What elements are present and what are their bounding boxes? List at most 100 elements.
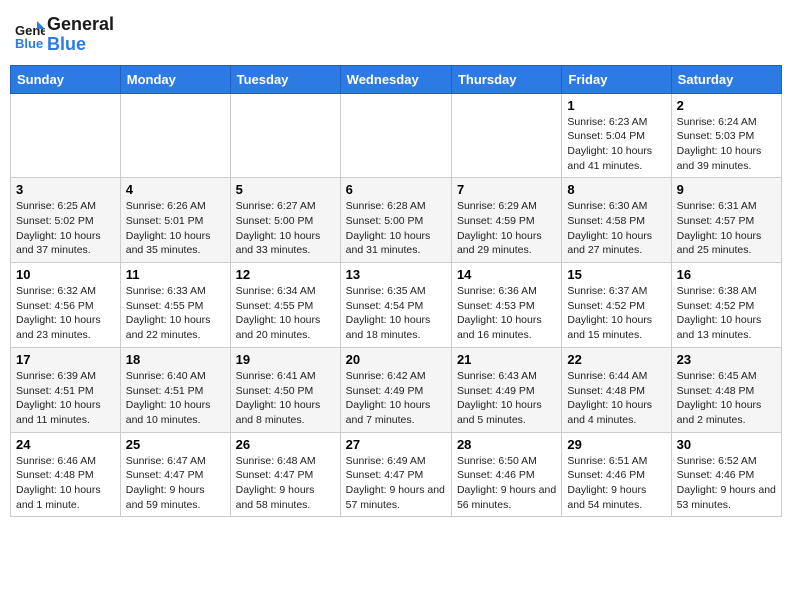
day-info: Sunrise: 6:23 AM Sunset: 5:04 PM Dayligh… xyxy=(567,115,665,174)
header-friday: Friday xyxy=(562,65,671,93)
calendar-week-row: 17 Sunrise: 6:39 AM Sunset: 4:51 PM Dayli… xyxy=(11,347,782,432)
day-number: 29 xyxy=(567,437,665,452)
day-info: Sunrise: 6:48 AM Sunset: 4:47 PM Dayligh… xyxy=(236,454,335,513)
header-thursday: Thursday xyxy=(451,65,561,93)
calendar-cell: 17 Sunrise: 6:39 AM Sunset: 4:51 PM Dayli… xyxy=(11,347,121,432)
day-number: 11 xyxy=(126,267,225,282)
day-number: 26 xyxy=(236,437,335,452)
calendar-cell: 2 Sunrise: 6:24 AM Sunset: 5:03 PM Daylig… xyxy=(671,93,781,178)
day-number: 23 xyxy=(677,352,776,367)
day-info: Sunrise: 6:29 AM Sunset: 4:59 PM Dayligh… xyxy=(457,199,556,258)
day-number: 28 xyxy=(457,437,556,452)
calendar-cell: 29 Sunrise: 6:51 AM Sunset: 4:46 PM Dayli… xyxy=(562,432,671,517)
day-number: 30 xyxy=(677,437,776,452)
day-info: Sunrise: 6:42 AM Sunset: 4:49 PM Dayligh… xyxy=(346,369,446,428)
svg-text:Blue: Blue xyxy=(15,36,43,49)
calendar-cell: 20Sunrise: 6:42 AM Sunset: 4:49 PM Dayli… xyxy=(340,347,451,432)
day-info: Sunrise: 6:37 AM Sunset: 4:52 PM Dayligh… xyxy=(567,284,665,343)
calendar-cell: 22 Sunrise: 6:44 AM Sunset: 4:48 PM Dayli… xyxy=(562,347,671,432)
day-info: Sunrise: 6:43 AM Sunset: 4:49 PM Dayligh… xyxy=(457,369,556,428)
logo-general: General xyxy=(47,15,114,35)
day-info: Sunrise: 6:39 AM Sunset: 4:51 PM Dayligh… xyxy=(16,369,115,428)
day-number: 5 xyxy=(236,182,335,197)
calendar-cell: 6 Sunrise: 6:28 AM Sunset: 5:00 PM Daylig… xyxy=(340,178,451,263)
day-number: 7 xyxy=(457,182,556,197)
calendar-cell: 24 Sunrise: 6:46 AM Sunset: 4:48 PM Dayli… xyxy=(11,432,121,517)
calendar-week-row: 3Sunrise: 6:25 AM Sunset: 5:02 PM Daylig… xyxy=(11,178,782,263)
day-info: Sunrise: 6:38 AM Sunset: 4:52 PM Dayligh… xyxy=(677,284,776,343)
calendar-cell: 3Sunrise: 6:25 AM Sunset: 5:02 PM Daylig… xyxy=(11,178,121,263)
calendar-cell: 12 Sunrise: 6:34 AM Sunset: 4:55 PM Dayli… xyxy=(230,263,340,348)
calendar-cell: 14 Sunrise: 6:36 AM Sunset: 4:53 PM Dayli… xyxy=(451,263,561,348)
calendar-cell: 26 Sunrise: 6:48 AM Sunset: 4:47 PM Dayli… xyxy=(230,432,340,517)
logo: General Blue General Blue xyxy=(15,15,114,55)
calendar-cell: 28 Sunrise: 6:50 AM Sunset: 4:46 PM Dayli… xyxy=(451,432,561,517)
day-info: Sunrise: 6:46 AM Sunset: 4:48 PM Dayligh… xyxy=(16,454,115,513)
calendar-cell: 10 Sunrise: 6:32 AM Sunset: 4:56 PM Dayli… xyxy=(11,263,121,348)
day-info: Sunrise: 6:36 AM Sunset: 4:53 PM Dayligh… xyxy=(457,284,556,343)
day-info: Sunrise: 6:24 AM Sunset: 5:03 PM Dayligh… xyxy=(677,115,776,174)
header-sunday: Sunday xyxy=(11,65,121,93)
calendar-cell: 16 Sunrise: 6:38 AM Sunset: 4:52 PM Dayli… xyxy=(671,263,781,348)
calendar-cell: 5Sunrise: 6:27 AM Sunset: 5:00 PM Daylig… xyxy=(230,178,340,263)
day-number: 27 xyxy=(346,437,446,452)
day-info: Sunrise: 6:31 AM Sunset: 4:57 PM Dayligh… xyxy=(677,199,776,258)
day-info: Sunrise: 6:50 AM Sunset: 4:46 PM Dayligh… xyxy=(457,454,556,513)
day-info: Sunrise: 6:28 AM Sunset: 5:00 PM Dayligh… xyxy=(346,199,446,258)
day-number: 8 xyxy=(567,182,665,197)
day-number: 24 xyxy=(16,437,115,452)
day-number: 12 xyxy=(236,267,335,282)
day-number: 9 xyxy=(677,182,776,197)
day-info: Sunrise: 6:26 AM Sunset: 5:01 PM Dayligh… xyxy=(126,199,225,258)
calendar-cell xyxy=(230,93,340,178)
calendar-cell: 13 Sunrise: 6:35 AM Sunset: 4:54 PM Dayli… xyxy=(340,263,451,348)
calendar-cell xyxy=(451,93,561,178)
day-number: 21 xyxy=(457,352,556,367)
day-number: 14 xyxy=(457,267,556,282)
calendar-week-row: 24 Sunrise: 6:46 AM Sunset: 4:48 PM Dayli… xyxy=(11,432,782,517)
calendar-cell: 30 Sunrise: 6:52 AM Sunset: 4:46 PM Dayli… xyxy=(671,432,781,517)
calendar-cell: 27 Sunrise: 6:49 AM Sunset: 4:47 PM Dayli… xyxy=(340,432,451,517)
day-info: Sunrise: 6:41 AM Sunset: 4:50 PM Dayligh… xyxy=(236,369,335,428)
header: General Blue General Blue xyxy=(10,10,782,55)
day-info: Sunrise: 6:40 AM Sunset: 4:51 PM Dayligh… xyxy=(126,369,225,428)
day-info: Sunrise: 6:32 AM Sunset: 4:56 PM Dayligh… xyxy=(16,284,115,343)
day-number: 18 xyxy=(126,352,225,367)
day-info: Sunrise: 6:35 AM Sunset: 4:54 PM Dayligh… xyxy=(346,284,446,343)
calendar-cell: 19Sunrise: 6:41 AM Sunset: 4:50 PM Dayli… xyxy=(230,347,340,432)
day-info: Sunrise: 6:45 AM Sunset: 4:48 PM Dayligh… xyxy=(677,369,776,428)
day-info: Sunrise: 6:51 AM Sunset: 4:46 PM Dayligh… xyxy=(567,454,665,513)
calendar-cell: 7 Sunrise: 6:29 AM Sunset: 4:59 PM Daylig… xyxy=(451,178,561,263)
calendar-cell: 9 Sunrise: 6:31 AM Sunset: 4:57 PM Daylig… xyxy=(671,178,781,263)
day-number: 22 xyxy=(567,352,665,367)
header-monday: Monday xyxy=(120,65,230,93)
day-number: 10 xyxy=(16,267,115,282)
day-info: Sunrise: 6:34 AM Sunset: 4:55 PM Dayligh… xyxy=(236,284,335,343)
day-number: 17 xyxy=(16,352,115,367)
logo-icon: General Blue xyxy=(15,21,45,49)
calendar-cell: 21 Sunrise: 6:43 AM Sunset: 4:49 PM Dayli… xyxy=(451,347,561,432)
day-info: Sunrise: 6:25 AM Sunset: 5:02 PM Dayligh… xyxy=(16,199,115,258)
day-number: 6 xyxy=(346,182,446,197)
calendar-cell: 18 Sunrise: 6:40 AM Sunset: 4:51 PM Dayli… xyxy=(120,347,230,432)
day-info: Sunrise: 6:30 AM Sunset: 4:58 PM Dayligh… xyxy=(567,199,665,258)
day-info: Sunrise: 6:49 AM Sunset: 4:47 PM Dayligh… xyxy=(346,454,446,513)
day-info: Sunrise: 6:52 AM Sunset: 4:46 PM Dayligh… xyxy=(677,454,776,513)
calendar-week-row: 1Sunrise: 6:23 AM Sunset: 5:04 PM Daylig… xyxy=(11,93,782,178)
day-number: 16 xyxy=(677,267,776,282)
calendar-cell xyxy=(340,93,451,178)
day-info: Sunrise: 6:44 AM Sunset: 4:48 PM Dayligh… xyxy=(567,369,665,428)
calendar: SundayMondayTuesdayWednesdayThursdayFrid… xyxy=(10,65,782,518)
day-number: 25 xyxy=(126,437,225,452)
calendar-cell: 23 Sunrise: 6:45 AM Sunset: 4:48 PM Dayli… xyxy=(671,347,781,432)
calendar-cell: 15 Sunrise: 6:37 AM Sunset: 4:52 PM Dayli… xyxy=(562,263,671,348)
calendar-cell: 25 Sunrise: 6:47 AM Sunset: 4:47 PM Dayli… xyxy=(120,432,230,517)
calendar-cell: 1Sunrise: 6:23 AM Sunset: 5:04 PM Daylig… xyxy=(562,93,671,178)
day-info: Sunrise: 6:47 AM Sunset: 4:47 PM Dayligh… xyxy=(126,454,225,513)
logo-blue: Blue xyxy=(47,35,114,55)
header-saturday: Saturday xyxy=(671,65,781,93)
day-number: 4 xyxy=(126,182,225,197)
day-number: 2 xyxy=(677,98,776,113)
day-number: 13 xyxy=(346,267,446,282)
day-number: 15 xyxy=(567,267,665,282)
